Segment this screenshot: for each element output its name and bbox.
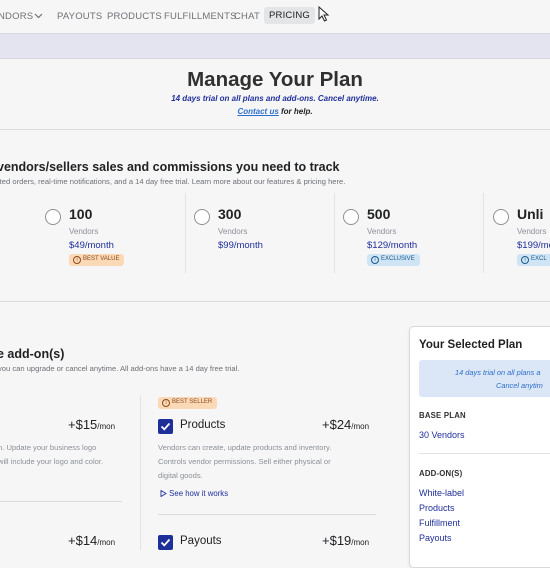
nav-item-payouts[interactable]: PAYOUTS [57, 11, 102, 22]
card-divider [158, 514, 376, 515]
plan-count: 100 [69, 206, 93, 222]
info-icon: i [521, 256, 529, 264]
divider [0, 301, 550, 302]
plan-radio[interactable] [45, 209, 61, 225]
nav-item-fulfillments[interactable]: FULFILLMENTS [164, 11, 237, 22]
addon-name-products: Products [180, 419, 226, 431]
banner-band [0, 33, 550, 59]
plans-section-description: ited orders, real-time notifications, an… [0, 177, 346, 186]
panel-divider [419, 453, 550, 454]
checkmark-icon [160, 538, 171, 547]
best-value-badge: i BEST VALUE [69, 254, 125, 266]
plan-count: Unli [517, 206, 544, 222]
addon-price: +$15/mon [68, 417, 116, 432]
addon-price-payouts: +$19/mon [322, 533, 370, 548]
plan-separator [334, 193, 335, 273]
see-how-it-works-link[interactable]: See how it works [160, 489, 228, 498]
addon-description: n. Update your business logo will include… [0, 443, 104, 466]
plan-price: $129/month [367, 240, 418, 251]
selected-addon: Products [419, 503, 455, 513]
plan-separator [185, 193, 186, 273]
mouse-cursor-icon [318, 6, 330, 22]
best-seller-badge: i BEST SELLER [158, 397, 218, 409]
plan-count: 300 [218, 206, 242, 222]
nav-item-chat[interactable]: CHAT [234, 11, 260, 22]
selected-plan-panel: Your Selected Plan 14 days trial on all … [409, 326, 550, 568]
plan-price: $199/mo [517, 240, 550, 251]
plan-label: Vendors [218, 227, 248, 236]
plan-label: Vendors [367, 227, 397, 236]
selected-plan-title: Your Selected Plan [419, 339, 523, 351]
plan-option-500[interactable]: 500 Vendors $129/month i EXCLUSIVE [343, 193, 493, 273]
trial-subtitle: 14 days trial on all plans and add-ons. … [171, 94, 379, 103]
selected-addon: Fulfillment [419, 518, 461, 528]
trial-notice: 14 days trial on all plans a Cancel anyt… [419, 360, 550, 397]
divider [0, 129, 550, 130]
nav-item-pricing[interactable]: PRICING [264, 7, 315, 24]
plan-option-100[interactable]: 100 Vendors $49/month i BEST VALUE [45, 193, 195, 273]
plan-count: 500 [367, 206, 391, 222]
base-plan-value: 30 Vendors [419, 430, 465, 440]
help-suffix: for help. [278, 107, 313, 116]
info-icon: i [162, 399, 170, 407]
plan-option-300[interactable]: 300 Vendors $99/month [194, 193, 344, 273]
addon-price: +$14/mon [68, 533, 116, 548]
plan-label: Vendors [517, 227, 547, 236]
play-icon [160, 489, 167, 498]
nav-item-products[interactable]: PRODUCTS [107, 11, 162, 22]
plan-option-unlimited[interactable]: Unli Vendors $199/mo iEXCL [493, 193, 550, 273]
top-navigation: NDORS PAYOUTS PRODUCTS FULFILLMENTS CHAT… [0, 0, 550, 33]
checkmark-icon [160, 422, 171, 431]
card-divider [0, 501, 122, 502]
info-icon: i [73, 256, 81, 264]
addon-price-products: +$24/mon [322, 417, 370, 432]
nav-item-vendors[interactable]: NDORS [0, 11, 33, 22]
addons-label: ADD-ON(S) [419, 469, 463, 478]
info-icon: i [371, 256, 379, 264]
exclusive-badge: i EXCL [517, 254, 550, 266]
chevron-down-icon[interactable] [34, 11, 43, 20]
selected-addon: White-label [419, 488, 465, 498]
exclusive-badge: i EXCLUSIVE [367, 254, 420, 266]
plan-price: $99/month [218, 240, 263, 251]
addons-section-description: you can upgrade or cancel anytime. All a… [0, 364, 240, 373]
products-checkbox[interactable] [158, 419, 173, 434]
addon-name-payouts: Payouts [180, 535, 222, 547]
selected-addon: Payouts [419, 533, 452, 543]
plan-price: $49/month [69, 240, 114, 251]
base-plan-label: BASE PLAN [419, 411, 466, 420]
page-title: Manage Your Plan [187, 68, 363, 91]
payouts-checkbox[interactable] [158, 535, 173, 550]
plan-radio[interactable] [343, 209, 359, 225]
addon-description-products: Vendors can create, update products and … [158, 443, 332, 480]
plan-separator [483, 193, 484, 273]
card-separator [140, 395, 141, 550]
plan-radio[interactable] [194, 209, 210, 225]
plan-radio[interactable] [493, 209, 509, 225]
contact-us-link[interactable]: Contact us [237, 107, 278, 116]
addons-section-title: e add-on(s) [0, 347, 65, 361]
plans-section-title: vendors/sellers sales and commissions yo… [0, 160, 340, 174]
plan-label: Vendors [69, 227, 99, 236]
help-text: Contact us for help. [0, 107, 550, 116]
